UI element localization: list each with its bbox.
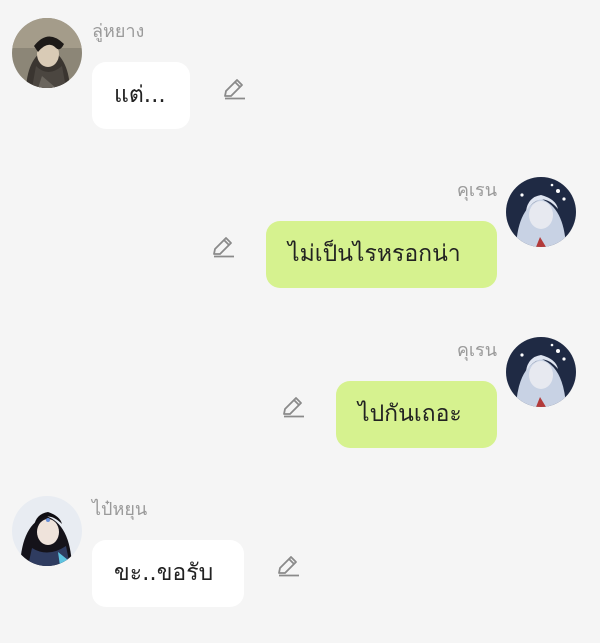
avatar-baiyun[interactable] (12, 496, 82, 566)
sender-name: คุเรน (456, 180, 497, 201)
pencil-icon[interactable] (221, 76, 247, 102)
message-bubble[interactable]: ไม่เป็นไรหรอกน่า (266, 221, 497, 288)
avatar-image (506, 177, 576, 247)
avatar-image (12, 18, 82, 88)
avatar-kuren[interactable] (506, 337, 576, 407)
chat-view: ลู่หยาง แต่... คุเรน ไม่เป็นไรหรอกน่า คุ… (0, 0, 600, 643)
message-bubble[interactable]: ไปกันเถอะ (336, 381, 497, 448)
pencil-icon[interactable] (280, 394, 306, 420)
avatar-kuren[interactable] (506, 177, 576, 247)
sender-name: ลู่หยาง (92, 21, 145, 42)
pencil-icon[interactable] (210, 234, 236, 260)
message-bubble[interactable]: ขะ..ขอรับ (92, 540, 244, 607)
pencil-icon[interactable] (275, 553, 301, 579)
avatar-image (506, 337, 576, 407)
sender-name: คุเรน (456, 340, 497, 361)
message-bubble[interactable]: แต่... (92, 62, 190, 129)
avatar-luyang[interactable] (12, 18, 82, 88)
avatar-image (12, 496, 82, 566)
sender-name: ไป๋หยุน (92, 499, 148, 520)
